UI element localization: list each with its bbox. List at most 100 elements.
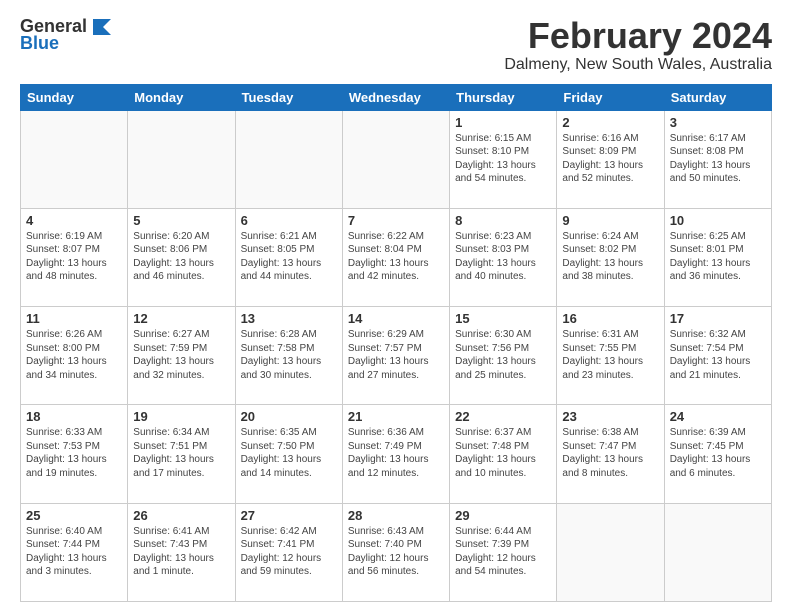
table-cell: 10Sunrise: 6:25 AM Sunset: 8:01 PM Dayli… xyxy=(664,208,771,306)
table-cell: 14 Sunrise: 6:29 AM Sunset: 7:57 PM Dayli… xyxy=(342,307,449,405)
table-cell: 27 Sunrise: 6:42 AM Sunset: 7:41 PM Dayli… xyxy=(235,503,342,601)
calendar-header-row: Sunday Monday Tuesday Wednesday Thursday… xyxy=(21,84,772,110)
table-cell: 6 Sunrise: 6:21 AM Sunset: 8:05 PM Daylig… xyxy=(235,208,342,306)
day-number: 21 xyxy=(348,409,444,424)
table-cell: 12 Sunrise: 6:27 AM Sunset: 7:59 PM Dayli… xyxy=(128,307,235,405)
day-number: 12 xyxy=(133,311,229,326)
page: General Blue February 2024 Dalmeny, New … xyxy=(0,0,792,612)
table-cell: 15 Sunrise: 6:30 AM Sunset: 7:56 PM Dayli… xyxy=(450,307,557,405)
header: General Blue February 2024 Dalmeny, New … xyxy=(20,16,772,74)
table-cell xyxy=(21,110,128,208)
table-cell: 20 Sunrise: 6:35 AM Sunset: 7:50 PM Dayli… xyxy=(235,405,342,503)
table-cell: 17 Sunrise: 6:32 AM Sunset: 7:54 PM Dayli… xyxy=(664,307,771,405)
logo: General Blue xyxy=(20,16,111,54)
day-number: 8 xyxy=(455,213,551,228)
table-cell: 23 Sunrise: 6:38 AM Sunset: 7:47 PM Dayli… xyxy=(557,405,664,503)
day-number: 15 xyxy=(455,311,551,326)
table-cell: 1 Sunrise: 6:15 AM Sunset: 8:10 PM Daylig… xyxy=(450,110,557,208)
table-cell: 24 Sunrise: 6:39 AM Sunset: 7:45 PM Dayli… xyxy=(664,405,771,503)
day-info: Sunrise: 6:25 AM Sunset: 8:01 PM Dayligh… xyxy=(670,230,766,284)
day-info: Sunrise: 6:16 AM Sunset: 8:09 PM Dayligh… xyxy=(562,132,658,186)
day-number: 6 xyxy=(241,213,337,228)
table-cell: 28 Sunrise: 6:43 AM Sunset: 7:40 PM Dayli… xyxy=(342,503,449,601)
table-row: 25 Sunrise: 6:40 AM Sunset: 7:44 PM Dayli… xyxy=(21,503,772,601)
table-row: 1 Sunrise: 6:15 AM Sunset: 8:10 PM Daylig… xyxy=(21,110,772,208)
logo-flag-icon xyxy=(89,17,111,35)
col-wednesday: Wednesday xyxy=(342,84,449,110)
day-info: Sunrise: 6:20 AM Sunset: 8:06 PM Dayligh… xyxy=(133,230,229,284)
table-cell: 13Sunrise: 6:28 AM Sunset: 7:58 PM Dayli… xyxy=(235,307,342,405)
day-info: Sunrise: 6:29 AM Sunset: 7:57 PM Dayligh… xyxy=(348,328,444,382)
calendar-title: February 2024 xyxy=(504,16,772,56)
day-info: Sunrise: 6:40 AM Sunset: 7:44 PM Dayligh… xyxy=(26,525,122,579)
day-info: Sunrise: 6:38 AM Sunset: 7:47 PM Dayligh… xyxy=(562,426,658,480)
day-info: Sunrise: 6:34 AM Sunset: 7:51 PM Dayligh… xyxy=(133,426,229,480)
table-cell: 21 Sunrise: 6:36 AM Sunset: 7:49 PM Dayli… xyxy=(342,405,449,503)
day-number: 1 xyxy=(455,115,551,130)
title-section: February 2024 Dalmeny, New South Wales, … xyxy=(504,16,772,74)
day-number: 20 xyxy=(241,409,337,424)
day-info: Sunrise: 6:44 AM Sunset: 7:39 PM Dayligh… xyxy=(455,525,551,579)
day-info: Sunrise: 6:31 AM Sunset: 7:55 PM Dayligh… xyxy=(562,328,658,382)
day-info: Sunrise: 6:21 AM Sunset: 8:05 PM Dayligh… xyxy=(241,230,337,284)
day-number: 17 xyxy=(670,311,766,326)
calendar-subtitle: Dalmeny, New South Wales, Australia xyxy=(504,56,772,74)
table-cell xyxy=(235,110,342,208)
day-info: Sunrise: 6:15 AM Sunset: 8:10 PM Dayligh… xyxy=(455,132,551,186)
day-number: 29 xyxy=(455,508,551,523)
table-cell xyxy=(128,110,235,208)
calendar-table: Sunday Monday Tuesday Wednesday Thursday… xyxy=(20,84,772,602)
table-cell xyxy=(664,503,771,601)
day-number: 4 xyxy=(26,213,122,228)
day-info: Sunrise: 6:42 AM Sunset: 7:41 PM Dayligh… xyxy=(241,525,337,579)
table-cell: 11Sunrise: 6:26 AM Sunset: 8:00 PM Dayli… xyxy=(21,307,128,405)
table-cell: 8 Sunrise: 6:23 AM Sunset: 8:03 PM Daylig… xyxy=(450,208,557,306)
col-friday: Friday xyxy=(557,84,664,110)
table-cell: 18Sunrise: 6:33 AM Sunset: 7:53 PM Dayli… xyxy=(21,405,128,503)
day-info: Sunrise: 6:23 AM Sunset: 8:03 PM Dayligh… xyxy=(455,230,551,284)
table-cell: 26Sunrise: 6:41 AM Sunset: 7:43 PM Dayli… xyxy=(128,503,235,601)
table-cell xyxy=(342,110,449,208)
day-info: Sunrise: 6:17 AM Sunset: 8:08 PM Dayligh… xyxy=(670,132,766,186)
table-cell: 2Sunrise: 6:16 AM Sunset: 8:09 PM Daylig… xyxy=(557,110,664,208)
day-info: Sunrise: 6:39 AM Sunset: 7:45 PM Dayligh… xyxy=(670,426,766,480)
day-number: 7 xyxy=(348,213,444,228)
day-number: 28 xyxy=(348,508,444,523)
col-monday: Monday xyxy=(128,84,235,110)
day-info: Sunrise: 6:27 AM Sunset: 7:59 PM Dayligh… xyxy=(133,328,229,382)
day-number: 22 xyxy=(455,409,551,424)
day-info: Sunrise: 6:33 AM Sunset: 7:53 PM Dayligh… xyxy=(26,426,122,480)
day-number: 3 xyxy=(670,115,766,130)
day-info: Sunrise: 6:43 AM Sunset: 7:40 PM Dayligh… xyxy=(348,525,444,579)
day-info: Sunrise: 6:32 AM Sunset: 7:54 PM Dayligh… xyxy=(670,328,766,382)
table-cell: 25 Sunrise: 6:40 AM Sunset: 7:44 PM Dayli… xyxy=(21,503,128,601)
day-info: Sunrise: 6:35 AM Sunset: 7:50 PM Dayligh… xyxy=(241,426,337,480)
table-cell: 22 Sunrise: 6:37 AM Sunset: 7:48 PM Dayli… xyxy=(450,405,557,503)
day-number: 23 xyxy=(562,409,658,424)
table-cell: 29 Sunrise: 6:44 AM Sunset: 7:39 PM Dayli… xyxy=(450,503,557,601)
table-cell: 16Sunrise: 6:31 AM Sunset: 7:55 PM Dayli… xyxy=(557,307,664,405)
day-number: 5 xyxy=(133,213,229,228)
day-number: 25 xyxy=(26,508,122,523)
day-number: 27 xyxy=(241,508,337,523)
day-number: 19 xyxy=(133,409,229,424)
day-info: Sunrise: 6:36 AM Sunset: 7:49 PM Dayligh… xyxy=(348,426,444,480)
day-info: Sunrise: 6:37 AM Sunset: 7:48 PM Dayligh… xyxy=(455,426,551,480)
day-info: Sunrise: 6:19 AM Sunset: 8:07 PM Dayligh… xyxy=(26,230,122,284)
col-saturday: Saturday xyxy=(664,84,771,110)
table-cell: 19 Sunrise: 6:34 AM Sunset: 7:51 PM Dayli… xyxy=(128,405,235,503)
table-cell: 4 Sunrise: 6:19 AM Sunset: 8:07 PM Daylig… xyxy=(21,208,128,306)
day-info: Sunrise: 6:30 AM Sunset: 7:56 PM Dayligh… xyxy=(455,328,551,382)
table-row: 18Sunrise: 6:33 AM Sunset: 7:53 PM Dayli… xyxy=(21,405,772,503)
day-info: Sunrise: 6:22 AM Sunset: 8:04 PM Dayligh… xyxy=(348,230,444,284)
col-tuesday: Tuesday xyxy=(235,84,342,110)
day-number: 14 xyxy=(348,311,444,326)
table-cell: 3 Sunrise: 6:17 AM Sunset: 8:08 PM Daylig… xyxy=(664,110,771,208)
day-info: Sunrise: 6:26 AM Sunset: 8:00 PM Dayligh… xyxy=(26,328,122,382)
table-row: 11Sunrise: 6:26 AM Sunset: 8:00 PM Dayli… xyxy=(21,307,772,405)
table-cell: 7 Sunrise: 6:22 AM Sunset: 8:04 PM Daylig… xyxy=(342,208,449,306)
day-number: 9 xyxy=(562,213,658,228)
day-number: 24 xyxy=(670,409,766,424)
day-info: Sunrise: 6:28 AM Sunset: 7:58 PM Dayligh… xyxy=(241,328,337,382)
day-number: 26 xyxy=(133,508,229,523)
